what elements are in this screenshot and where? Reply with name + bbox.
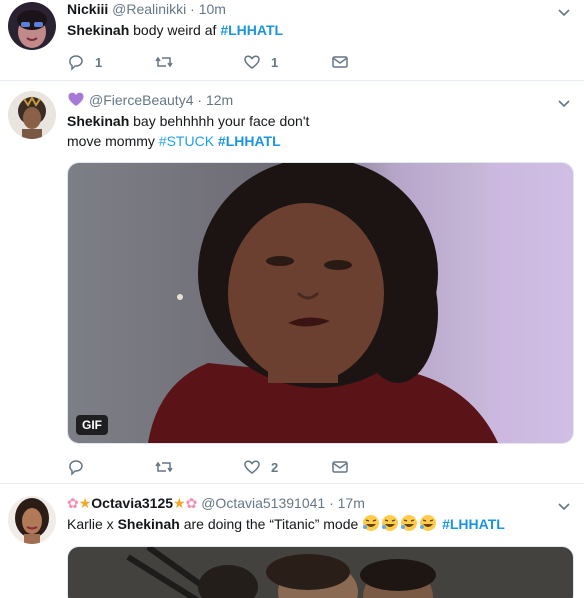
heart-icon — [244, 55, 260, 69]
separator-dot: · — [197, 92, 203, 108]
image-thumbnail — [68, 547, 573, 598]
display-name[interactable]: Nickiii — [67, 1, 108, 17]
gif-badge: GIF — [76, 415, 108, 435]
image-media[interactable] — [67, 546, 574, 598]
chevron-down-icon[interactable] — [558, 500, 570, 512]
mention-text: Shekinah — [67, 113, 130, 129]
star-icon: ★ — [78, 495, 92, 511]
chevron-down-icon[interactable] — [558, 6, 570, 18]
like-count: 1 — [271, 54, 279, 70]
user-handle[interactable]: @FierceBeauty4 — [89, 92, 193, 108]
retweet-icon — [155, 56, 173, 68]
reply-icon — [69, 460, 83, 476]
laughing-emoji-icon — [420, 515, 437, 531]
tweet-header: ✿★Octavia3125★✿ @Octavia51391041 · 17m — [67, 494, 556, 512]
gif-thumbnail — [68, 163, 573, 443]
tweet-text: Karlie x Shekinah are doing the “Titanic… — [67, 514, 556, 534]
like-count: 2 — [271, 459, 279, 475]
user-handle[interactable]: @Realinikki — [112, 1, 186, 17]
tweet-1[interactable]: Nickiii @Realinikki · 10m Shekinah body … — [0, 0, 584, 81]
tweet-text: Shekinah body weird af #LHHATL — [67, 20, 556, 40]
timestamp[interactable]: 10m — [199, 1, 226, 17]
mention-text: Shekinah — [67, 22, 130, 38]
tweet-text: Shekinah bay behhhhh your face don't mov… — [67, 111, 556, 151]
tweet-3[interactable]: ✿★Octavia3125★✿ @Octavia51391041 · 17m K… — [0, 484, 584, 598]
hashtag-link[interactable]: #LHHATL — [442, 516, 505, 532]
avatar[interactable] — [8, 91, 56, 139]
envelope-icon — [332, 461, 348, 473]
gif-media[interactable]: GIF — [67, 162, 574, 444]
mention-text: Shekinah — [117, 516, 180, 532]
tweet-header: @FierceBeauty4 · 12m — [67, 91, 556, 109]
tweet-feed: Nickiii @Realinikki · 10m Shekinah body … — [0, 0, 584, 598]
body-text: are doing the “Titanic” mode — [183, 516, 359, 532]
laughing-emoji-icon — [401, 515, 418, 531]
body-text-line-2: move mommy — [67, 133, 155, 149]
body-text-line-1: bay behhhhh your face don't — [133, 113, 310, 129]
like-button[interactable]: 1 — [243, 53, 331, 71]
laughing-emoji-icon — [382, 515, 399, 531]
message-button[interactable] — [331, 458, 419, 476]
message-button[interactable] — [331, 53, 419, 71]
retweet-button[interactable] — [155, 458, 243, 476]
hashtag-link[interactable]: #LHHATL — [218, 133, 281, 149]
heart-icon — [244, 460, 260, 474]
flower-icon: ✿ — [67, 495, 79, 511]
hashtag-link[interactable]: #LHHATL — [220, 22, 283, 38]
tweet-actions: 2 — [67, 456, 419, 478]
body-text-prefix: Karlie x — [67, 516, 114, 532]
retweet-icon — [155, 461, 173, 473]
timestamp[interactable]: 12m — [206, 92, 233, 108]
laughing-emoji-icon — [363, 515, 380, 531]
reply-count: 1 — [95, 54, 103, 70]
like-button[interactable]: 2 — [243, 458, 331, 476]
envelope-icon — [332, 56, 348, 68]
body-text: body weird af — [133, 22, 217, 38]
star-icon: ★ — [173, 495, 186, 511]
retweet-button[interactable] — [155, 53, 243, 71]
hashtag-link[interactable]: #STUCK — [159, 133, 214, 149]
tweet-2[interactable]: @FierceBeauty4 · 12m Shekinah bay behhhh… — [0, 81, 584, 484]
separator-dot: · — [329, 495, 334, 511]
chevron-down-icon[interactable] — [558, 97, 570, 109]
user-handle[interactable]: @Octavia51391041 — [201, 495, 325, 511]
timestamp[interactable]: 17m — [338, 495, 365, 511]
reply-button[interactable] — [67, 458, 155, 476]
tweet-actions: 1 1 — [67, 51, 419, 73]
separator-dot: · — [190, 1, 195, 17]
reply-button[interactable]: 1 — [67, 53, 155, 71]
purple-heart-icon — [68, 92, 84, 106]
avatar[interactable] — [8, 2, 56, 50]
avatar[interactable] — [8, 496, 56, 544]
tweet-header: Nickiii @Realinikki · 10m — [67, 0, 556, 18]
reply-icon — [69, 55, 83, 71]
flower-icon: ✿ — [185, 495, 198, 511]
display-name[interactable]: Octavia3125 — [91, 495, 173, 511]
